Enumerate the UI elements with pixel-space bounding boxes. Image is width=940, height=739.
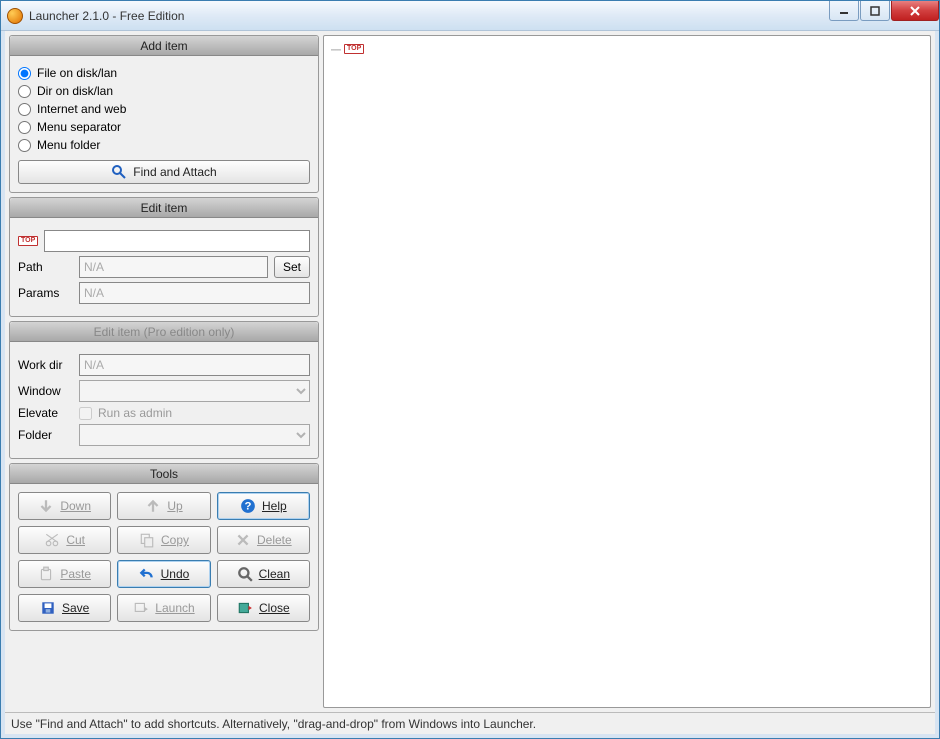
radio-internet-input[interactable] [18,103,31,116]
save-button[interactable]: Save [18,594,111,622]
copy-label: Copy [161,533,189,547]
down-label: Down [60,499,91,513]
workdir-input [79,354,310,376]
undo-label: Undo [161,567,190,581]
edit-item-header: Edit item [10,198,318,218]
close-button[interactable] [891,1,939,21]
delete-button[interactable]: Delete [217,526,310,554]
cut-label: Cut [66,533,85,547]
titlebar: Launcher 2.1.0 - Free Edition [1,1,939,31]
run-admin-checkbox [79,407,92,420]
clean-label: Clean [259,567,290,581]
search-icon [111,164,127,180]
set-button[interactable]: Set [274,256,310,278]
close-tool-button[interactable]: Close [217,594,310,622]
workdir-label: Work dir [18,358,73,372]
radio-separator-label: Menu separator [37,120,121,134]
path-label: Path [18,260,73,274]
undo-icon [139,566,155,582]
add-item-header: Add item [10,36,318,56]
folder-label: Folder [18,428,73,442]
window-select [79,380,310,402]
radio-file-on-disk-label: File on disk/lan [37,66,117,80]
edit-item-pro-header: Edit item (Pro edition only) [10,322,318,342]
maximize-button[interactable] [860,1,890,21]
launch-button[interactable]: Launch [117,594,210,622]
radio-dir-on-disk-input[interactable] [18,85,31,98]
find-attach-label: Find and Attach [133,165,216,179]
status-text: Use "Find and Attach" to add shortcuts. … [11,717,536,731]
copy-icon [139,532,155,548]
paste-button[interactable]: Paste [18,560,111,588]
radio-menu-folder-label: Menu folder [37,138,100,152]
app-window: Launcher 2.1.0 - Free Edition Add item [0,0,940,739]
tools-header: Tools [10,464,318,484]
top-badge-icon: TOP [18,236,38,246]
app-icon [7,8,23,24]
clean-icon [237,566,253,582]
help-button[interactable]: ? Help [217,492,310,520]
help-icon: ? [240,498,256,514]
window-label: Window [18,384,73,398]
window-buttons [828,1,939,30]
params-label: Params [18,286,73,300]
radio-internet-label: Internet and web [37,102,126,116]
scissors-icon [44,532,60,548]
folder-select [79,424,310,446]
tree-top-badge-icon: TOP [344,44,364,54]
svg-text:?: ? [245,500,252,512]
radio-internet[interactable]: Internet and web [18,100,310,118]
run-admin-label: Run as admin [98,406,172,420]
delete-icon [235,532,251,548]
tree-view[interactable]: ····· TOP [323,35,931,708]
main-split: Add item File on disk/lan Dir on disk/la… [5,31,935,712]
arrow-up-icon [145,498,161,514]
paste-label: Paste [60,567,91,581]
arrow-down-icon [38,498,54,514]
paste-icon [38,566,54,582]
item-name-input[interactable] [44,230,310,252]
radio-menu-folder-input[interactable] [18,139,31,152]
radio-menu-folder[interactable]: Menu folder [18,136,310,154]
close-icon [237,600,253,616]
edit-item-pro-panel: Edit item (Pro edition only) Work dir Wi… [9,321,319,459]
statusbar: Use "Find and Attach" to add shortcuts. … [5,712,935,734]
close-tool-label: Close [259,601,290,615]
tree-root-item[interactable]: ····· TOP [330,42,364,56]
up-button[interactable]: Up [117,492,210,520]
help-label: Help [262,499,287,513]
radio-separator[interactable]: Menu separator [18,118,310,136]
delete-label: Delete [257,533,292,547]
window-title: Launcher 2.1.0 - Free Edition [29,9,828,23]
radio-separator-input[interactable] [18,121,31,134]
edit-item-panel: Edit item TOP Path Set Params [9,197,319,317]
down-button[interactable]: Down [18,492,111,520]
radio-file-on-disk[interactable]: File on disk/lan [18,64,310,82]
find-attach-button[interactable]: Find and Attach [18,160,310,184]
tools-panel: Tools Down Up ? [9,463,319,631]
up-label: Up [167,499,182,513]
undo-button[interactable]: Undo [117,560,210,588]
minimize-button[interactable] [829,1,859,21]
copy-button[interactable]: Copy [117,526,210,554]
save-label: Save [62,601,89,615]
client-area: Add item File on disk/lan Dir on disk/la… [1,31,939,738]
path-input[interactable] [79,256,268,278]
radio-file-on-disk-input[interactable] [18,67,31,80]
cut-button[interactable]: Cut [18,526,111,554]
left-pane: Add item File on disk/lan Dir on disk/la… [9,35,319,708]
radio-dir-on-disk[interactable]: Dir on disk/lan [18,82,310,100]
radio-dir-on-disk-label: Dir on disk/lan [37,84,113,98]
launch-icon [133,600,149,616]
add-item-panel: Add item File on disk/lan Dir on disk/la… [9,35,319,193]
elevate-label: Elevate [18,406,73,420]
clean-button[interactable]: Clean [217,560,310,588]
params-input[interactable] [79,282,310,304]
launch-label: Launch [155,601,194,615]
save-icon [40,600,56,616]
